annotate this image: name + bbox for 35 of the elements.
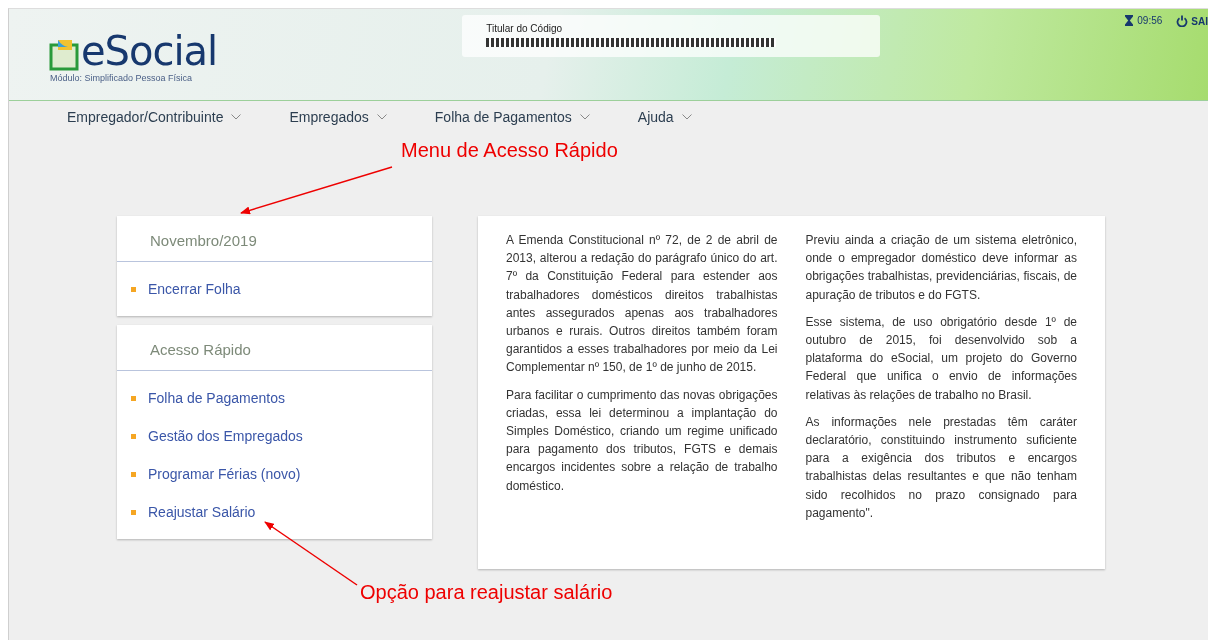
hourglass-icon	[1125, 15, 1134, 26]
quick-link[interactable]: Folha de Pagamentos	[131, 379, 432, 417]
session-timer: 09:56	[1137, 15, 1163, 26]
menu-item[interactable]: Empregados	[289, 109, 387, 125]
logo-icon	[49, 39, 79, 71]
card-title: Acesso Rápido	[117, 325, 432, 371]
quick-link[interactable]: Encerrar Folha	[131, 270, 432, 308]
annotation-text: Opção para reajustar salário	[360, 581, 613, 604]
chevron-down-icon	[376, 114, 387, 120]
menu-item[interactable]: Ajuda	[637, 109, 692, 125]
quick-link[interactable]: Gestão dos Empregados	[131, 417, 432, 455]
holder-label: Titular do Código	[486, 23, 564, 34]
chevron-down-icon	[231, 114, 242, 120]
exit-button[interactable]: SAI	[1176, 15, 1208, 27]
paragraph: Esse sistema, de uso obrigatório desde 1º de outubro de 2015, foi desenvolvido sob a plataforma do eSocial, um projeto do Governo Federal que unifica o envio de informações relativas às relações de trabalho no Brasil.	[805, 313, 1077, 404]
card-title: Novembro/2019	[117, 216, 432, 262]
bullet-icon	[131, 286, 136, 292]
bullet-icon	[131, 471, 136, 477]
quick-link[interactable]: Programar Férias (novo)	[131, 455, 432, 493]
paragraph: Previu ainda a criação de um sistema eletrônico, onde o empregador doméstico deve informar as obrigações trabalhistas, previdenciárias, fiscais, de apuração de tributos e do FGTS.	[805, 232, 1077, 304]
paragraph: A Emenda Constitucional nº 72, de 2 de abril de 2013, alterou a redação do parágrafo único do art. 7º da Constituição Federal para estender aos trabalhadores domésticos direitos trabalhistas antes assegurados apenas aos trabalhadores urbanos e rurais. Outros direitos também foram garantidos a esses trabalhadores por meio da Lei Complementar nº 150, de 1º de junho de 2015.	[506, 232, 778, 377]
annotation-text: Menu de Acesso Rápido	[401, 139, 618, 162]
chevron-down-icon	[579, 114, 590, 120]
bullet-icon	[131, 433, 136, 439]
power-icon	[1176, 15, 1189, 27]
chevron-down-icon	[681, 114, 692, 120]
paragraph: Para facilitar o cumprimento das novas obrigações criadas, essa lei determinou a implantação do Simples Doméstico, criando um regime unificado para pagamento dos tributos, FGTS e demais encargos incidentes sobre a relação de trabalho doméstico.	[506, 386, 778, 495]
logo-text: eSocial	[81, 31, 218, 71]
paragraph: As informações nele prestadas têm caráter declaratório, constituindo instrumento suficiente para a exigência dos tributos e encargos trabalhistas delas resultantes e que não tenham sido recolhidos no prazo consignado para pagamento".	[805, 413, 1077, 522]
bullet-icon	[131, 395, 136, 401]
menu-item[interactable]: Folha de Pagamentos	[434, 109, 590, 125]
menu-item[interactable]: Empregador/Contribuinte	[67, 109, 242, 125]
module-label: Módulo: Simplificado Pessoa Física	[50, 73, 194, 83]
bullet-icon	[131, 509, 136, 515]
quick-link[interactable]: Reajustar Salário	[131, 493, 432, 531]
